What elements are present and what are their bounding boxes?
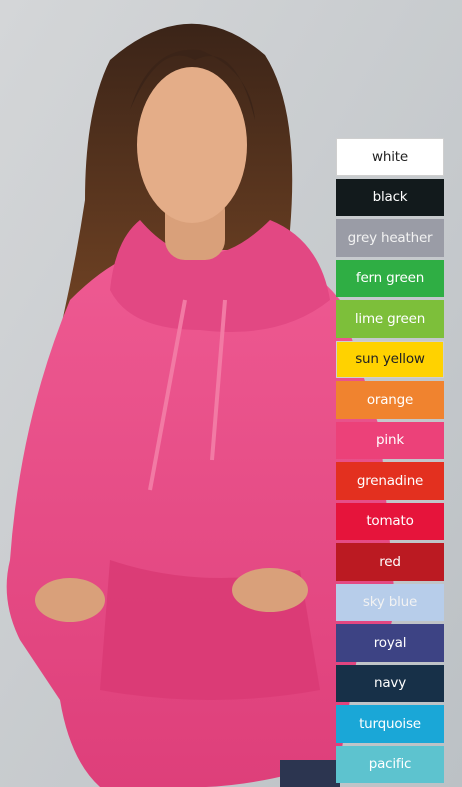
swatch-red[interactable]: red <box>336 543 444 581</box>
swatch-royal[interactable]: royal <box>336 624 444 662</box>
swatch-pacific[interactable]: pacific <box>336 745 444 783</box>
jeans-shape <box>280 760 340 787</box>
swatch-sky-blue[interactable]: sky blue <box>336 583 444 621</box>
swatch-tomato[interactable]: tomato <box>336 502 444 540</box>
swatch-lime-green[interactable]: lime green <box>336 300 444 338</box>
swatch-grenadine[interactable]: grenadine <box>336 462 444 500</box>
right-hand <box>232 568 308 612</box>
swatch-black[interactable]: black <box>336 178 444 216</box>
swatch-navy[interactable]: navy <box>336 664 444 702</box>
swatch-white[interactable]: white <box>336 138 444 176</box>
swatch-turquoise[interactable]: turquoise <box>336 705 444 743</box>
swatch-orange[interactable]: orange <box>336 381 444 419</box>
swatch-sun-yellow[interactable]: sun yellow <box>336 340 444 378</box>
face-shape <box>137 67 247 223</box>
swatch-pink[interactable]: pink <box>336 421 444 459</box>
swatch-fern-green[interactable]: fern green <box>336 259 444 297</box>
color-swatch-list: white black grey heather fern green lime… <box>336 138 444 783</box>
left-hand <box>35 578 105 622</box>
swatch-grey-heather[interactable]: grey heather <box>336 219 444 257</box>
